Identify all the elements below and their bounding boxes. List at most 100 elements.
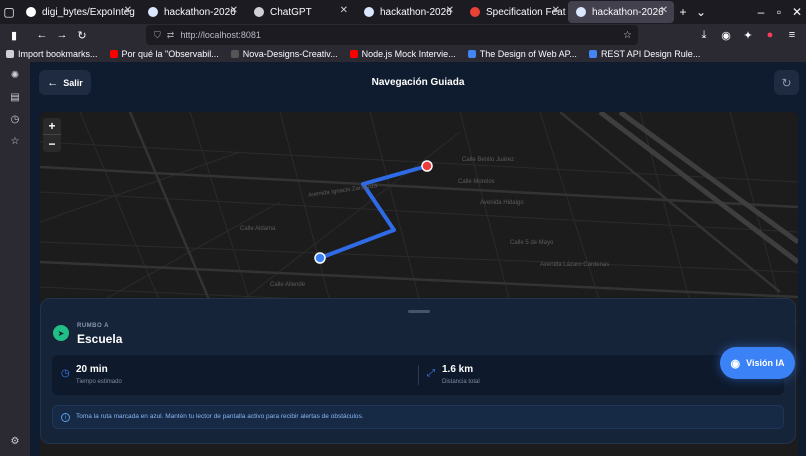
permissions-icon: ⇄: [166, 29, 175, 40]
sheet-drag-handle[interactable]: [408, 310, 430, 313]
map-street-label: Avenida Lázaro Cárdenas: [540, 262, 610, 268]
extension-record-icon[interactable]: ●: [760, 26, 780, 44]
app-icon: [148, 7, 158, 17]
browser-nav-bar: ▮ ← → ↻ ⛉ ⇄ http://localhost:8081 ☆ ⤓ ◉ …: [0, 24, 806, 46]
ai-chat-icon[interactable]: ✺: [8, 68, 22, 82]
zoom-out-button[interactable]: −: [43, 135, 61, 152]
settings-gear-icon[interactable]: ⚙: [8, 434, 22, 448]
browser-tab[interactable]: Specification Feature✕: [462, 1, 566, 23]
sidebar-toggle-icon[interactable]: ▮: [4, 26, 24, 44]
app-menu-icon[interactable]: ≡: [782, 26, 802, 44]
app-icon: [364, 7, 374, 17]
eye-icon: ◉: [730, 357, 741, 370]
refresh-button[interactable]: ↻: [774, 70, 799, 95]
bookmark-item[interactable]: REST API Design Rule...: [588, 49, 701, 59]
close-tab-icon[interactable]: ✕: [446, 5, 454, 16]
close-tab-icon[interactable]: ✕: [552, 5, 560, 16]
stat-label: Distancia total: [442, 379, 480, 385]
navigation-bottom-sheet: ➤ RUMBO A Escuela ◷ 20 min Tiempo estima…: [40, 298, 796, 444]
bookmark-label: REST API Design Rule...: [600, 49, 701, 59]
app-header: ← Salir Navegación Guiada ↻: [30, 62, 806, 112]
url-bar[interactable]: ⛉ ⇄ http://localhost:8081 ☆: [146, 25, 638, 45]
synced-tabs-icon[interactable]: ▤: [8, 90, 22, 104]
back-arrow-icon[interactable]: ←: [32, 26, 52, 44]
tab-overflow-chevron-icon[interactable]: ⌄: [692, 5, 710, 19]
page-title: Navegación Guiada: [371, 77, 465, 88]
zoom-in-button[interactable]: +: [43, 118, 61, 135]
stats-divider: [418, 365, 419, 385]
stat-label: Tiempo estimado: [76, 379, 122, 385]
github-icon: [230, 50, 239, 58]
bookmark-star-icon[interactable]: ☆: [623, 30, 632, 41]
browser-tab[interactable]: hackathon-2026 ✕: [140, 1, 244, 23]
restore-window-button[interactable]: ▫: [770, 5, 788, 19]
bookmark-item[interactable]: The Design of Web AP...: [467, 49, 577, 59]
route-stats: ◷ 20 min Tiempo estimado ⤢ 1.6 km Distan…: [52, 355, 784, 395]
close-tab-icon[interactable]: ✕: [340, 5, 348, 16]
minimize-window-button[interactable]: –: [752, 5, 770, 19]
browser-tab[interactable]: hackathon-2026 ✕: [568, 1, 674, 23]
bookmark-item[interactable]: Nova-Designs-Creativ...: [230, 49, 338, 59]
google-icon: [467, 50, 476, 58]
vision-ai-label: Visión IA: [746, 358, 785, 368]
shield-icon: ⛉: [154, 29, 161, 40]
url-text: http://localhost:8081: [180, 30, 261, 40]
downloads-icon[interactable]: ⤓: [694, 26, 714, 44]
browser-tab-bar: ▢ digi_bytes/ExpoInteg ✕ hackathon-2026 ✕ Ch…: [0, 0, 806, 24]
close-tab-icon[interactable]: ✕: [230, 5, 238, 16]
tab-label: ChatGPT: [270, 6, 312, 18]
browser-tab[interactable]: ChatGPT ✕: [246, 1, 354, 23]
browser-tab[interactable]: hackathon-2026 ✕: [356, 1, 460, 23]
arrows-icon: ⤢: [427, 368, 435, 379]
browser-tab[interactable]: digi_bytes/ExpoInteg ✕: [18, 1, 138, 23]
new-tab-button[interactable]: +: [674, 5, 692, 19]
bookmark-label: Nova-Designs-Creativ...: [242, 49, 338, 59]
tab-label: hackathon-2026: [592, 6, 664, 18]
chatgpt-icon: [254, 7, 264, 17]
history-icon[interactable]: ◷: [8, 112, 22, 126]
browser-sidebar: ✺ ▤ ◷ ☆ ⚙: [0, 62, 30, 456]
clock-icon: ◷: [61, 368, 70, 379]
bookmark-item[interactable]: Import bookmarks...: [6, 49, 98, 59]
bookmark-item[interactable]: Por qué la "Observabil...: [109, 49, 219, 59]
bookmark-label: Por qué la "Observabil...: [121, 49, 219, 59]
destination-marker: [421, 160, 433, 172]
map-street-label: Calle 5 de Mayo: [510, 240, 554, 246]
bookmarks-bar: Import bookmarks... Por qué la "Observabi…: [0, 46, 806, 62]
bookmarks-icon[interactable]: ☆: [8, 134, 22, 148]
youtube-icon: [109, 50, 118, 58]
info-icon: i: [61, 413, 70, 422]
bookmark-label: Import bookmarks...: [18, 49, 98, 59]
map-street-label: Avenida Hidalgo: [480, 200, 524, 206]
info-banner: i Toma la ruta marcada en azul. Mantén t…: [52, 405, 784, 429]
close-tab-icon[interactable]: ✕: [660, 5, 668, 16]
destination-name: Escuela: [77, 332, 123, 346]
gmail-icon: [470, 7, 480, 17]
map-street-label: Calle Aldama: [240, 226, 276, 232]
tab-label: digi_bytes/ExpoInteg: [42, 6, 135, 18]
bookmark-label: Node.js Mock Intervie...: [361, 49, 456, 59]
bookmark-item[interactable]: Node.js Mock Intervie...: [349, 49, 456, 59]
refresh-icon: ↻: [781, 75, 792, 90]
close-window-button[interactable]: ✕: [788, 5, 806, 19]
account-icon[interactable]: ◉: [716, 26, 736, 44]
extensions-icon[interactable]: ✦: [738, 26, 758, 44]
app-icon: [576, 7, 586, 17]
close-tab-icon[interactable]: ✕: [124, 5, 132, 16]
zoom-control: + −: [43, 118, 61, 152]
stat-value: 1.6 km: [442, 364, 474, 375]
tab-list-icon[interactable]: ▢: [0, 5, 18, 19]
map-street-label: Calle Morelos: [458, 179, 495, 185]
map-street-label: Calle Benito Juárez: [462, 157, 515, 163]
forward-arrow-icon[interactable]: →: [52, 26, 72, 44]
map-street-label: Calle Allende: [270, 282, 306, 288]
bookmark-label: The Design of Web AP...: [479, 49, 577, 59]
navigation-arrow-icon: ➤: [53, 325, 69, 341]
origin-marker: [314, 252, 326, 264]
tab-label: hackathon-2026: [380, 6, 452, 18]
import-icon: [6, 50, 14, 58]
vision-ai-button[interactable]: ◉ Visión IA: [720, 347, 795, 379]
destination-kicker: RUMBO A: [77, 323, 109, 329]
reload-icon[interactable]: ↻: [72, 26, 92, 44]
app-viewport: ← Salir Navegación Guiada ↻ Avenida Igna…: [30, 62, 806, 456]
